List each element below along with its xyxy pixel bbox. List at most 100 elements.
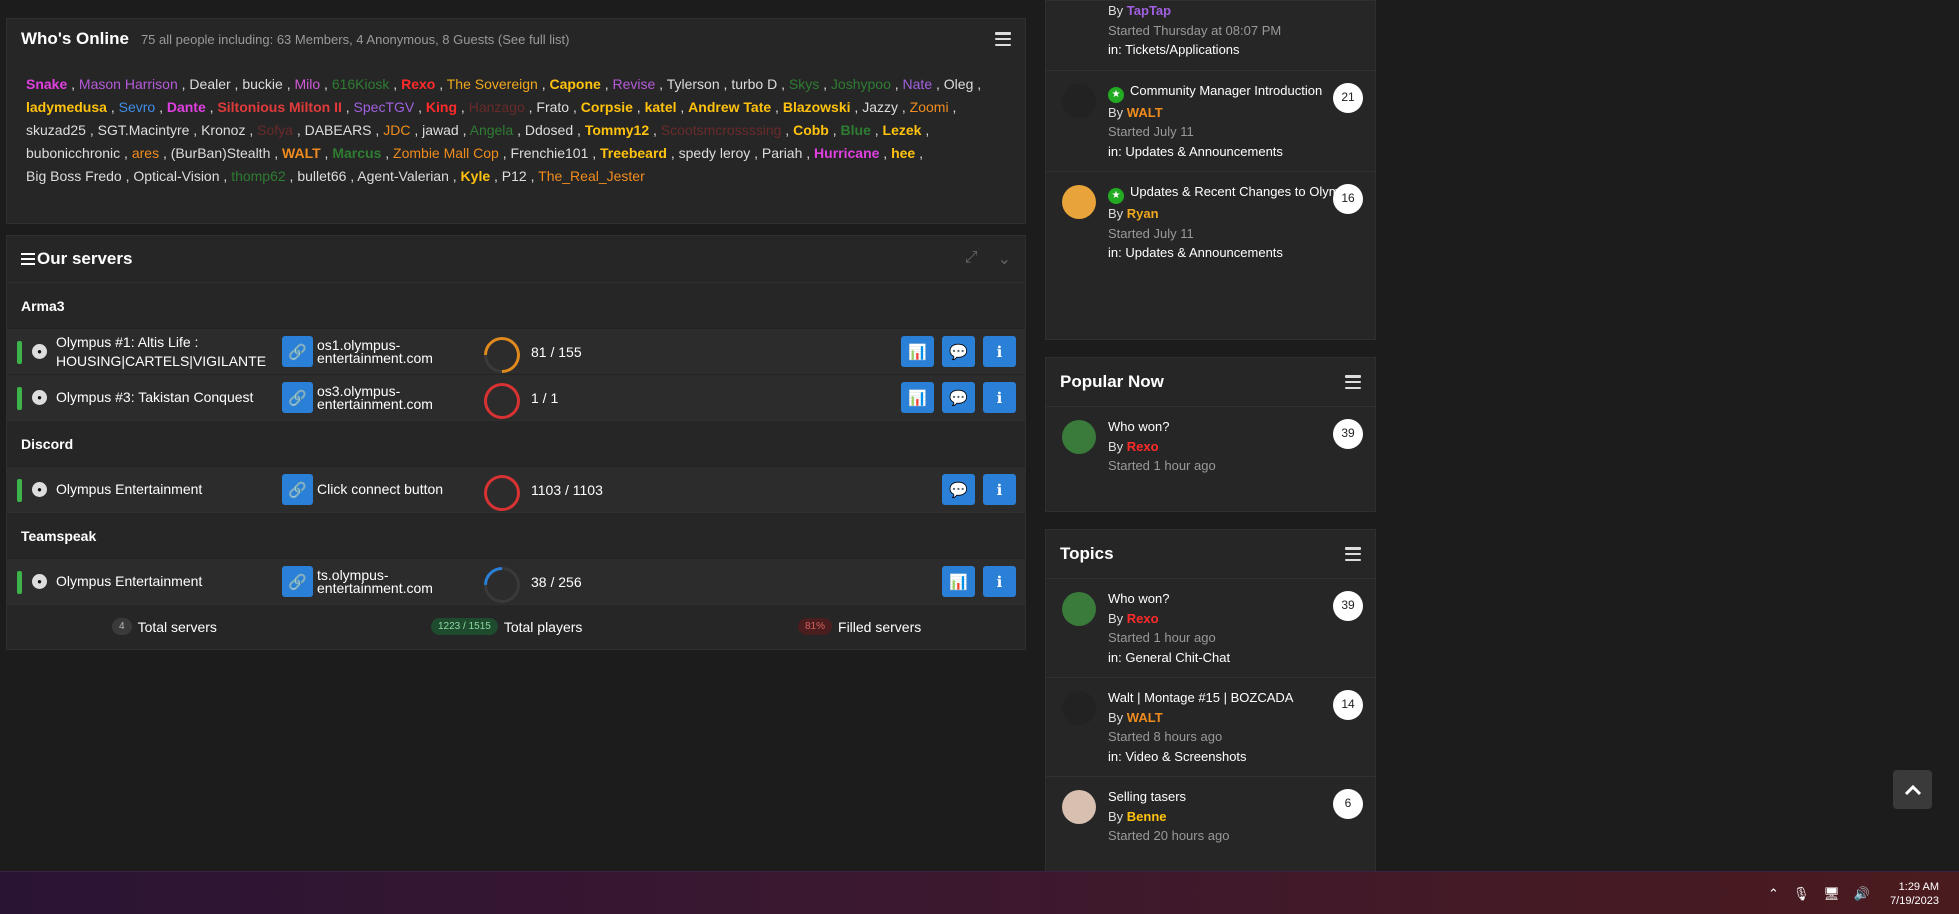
online-user-link[interactable]: ladymedusa <box>26 99 107 115</box>
online-user-link[interactable]: 616Kiosk <box>332 76 390 92</box>
info-button[interactable]: ℹ <box>983 566 1016 597</box>
online-user-link[interactable]: Joshypoo <box>831 76 891 92</box>
forum-link[interactable]: General Chit-Chat <box>1125 650 1230 665</box>
author-link[interactable]: Rexo <box>1127 611 1159 626</box>
topic-item[interactable]: ★ Updates & Recent Changes to Olympus By R… <box>1046 171 1375 273</box>
online-user-link[interactable]: SpecTGV <box>354 99 415 115</box>
online-user-link[interactable]: Tommy12 <box>585 122 649 138</box>
topic-title[interactable]: Selling tasers <box>1108 787 1363 807</box>
online-user-link[interactable]: Pariah <box>762 145 802 161</box>
online-user-link[interactable]: Scootsmcrossssing <box>661 122 782 138</box>
online-user-link[interactable]: Kyle <box>461 168 491 184</box>
online-user-link[interactable]: Kronoz <box>201 122 245 138</box>
expand-icon[interactable]: ⤢ <box>965 249 978 269</box>
online-user-link[interactable]: Hanzago <box>469 99 525 115</box>
chevron-up-icon[interactable]: ⌃ <box>1768 886 1779 902</box>
online-user-link[interactable]: Marcus <box>332 145 381 161</box>
connect-link-button[interactable]: 🔗 <box>282 474 313 505</box>
online-user-link[interactable]: buckie <box>242 76 282 92</box>
online-user-link[interactable]: Lezek <box>883 122 922 138</box>
online-user-link[interactable]: Ddosed <box>525 122 573 138</box>
online-user-link[interactable]: Zombie Mall Cop <box>393 145 499 161</box>
online-user-link[interactable]: Siltonious Milton II <box>217 99 341 115</box>
online-user-link[interactable]: Milo <box>294 76 320 92</box>
online-user-link[interactable]: DABEARS <box>305 122 372 138</box>
online-user-link[interactable]: bubonicchronic <box>26 145 120 161</box>
chevron-down-icon[interactable]: ⌄ <box>998 249 1011 269</box>
chat-button[interactable]: 💬 <box>942 382 975 413</box>
author-link[interactable]: Ryan <box>1127 206 1159 221</box>
online-user-link[interactable]: Optical-Vision <box>133 168 219 184</box>
menu-icon[interactable] <box>1345 375 1361 389</box>
microphone-icon[interactable]: 🎙 <box>1793 886 1810 902</box>
online-user-link[interactable]: jawad <box>422 122 459 138</box>
topic-title[interactable]: ★ Community Manager Introduction <box>1108 81 1363 103</box>
online-user-link[interactable]: WALT <box>282 145 321 161</box>
online-user-link[interactable]: turbo D <box>731 76 777 92</box>
stats-button[interactable]: 📊 <box>942 566 975 597</box>
online-user-link[interactable]: King <box>426 99 457 115</box>
online-user-link[interactable]: Jazzy <box>862 99 898 115</box>
online-user-link[interactable]: Capone <box>549 76 600 92</box>
clock[interactable]: 1:29 AM 7/19/2023 <box>1890 880 1939 908</box>
topic-item[interactable]: Who won? By Rexo Started 1 hour ago in: Gen… <box>1046 578 1375 677</box>
scroll-to-top-button[interactable] <box>1893 770 1932 809</box>
online-user-link[interactable]: Big Boss Fredo <box>26 168 122 184</box>
forum-link[interactable]: Updates & Announcements <box>1125 144 1283 159</box>
online-user-link[interactable]: bullet66 <box>297 168 346 184</box>
online-user-link[interactable]: Sofya <box>257 122 293 138</box>
author-link[interactable]: Rexo <box>1127 439 1159 454</box>
stats-button[interactable]: 📊 <box>901 336 934 367</box>
volume-icon[interactable]: 🔊 <box>1854 886 1870 902</box>
online-user-link[interactable]: thomp62 <box>231 168 285 184</box>
network-icon[interactable]: 🖥 <box>1823 886 1840 902</box>
info-button[interactable]: ℹ <box>983 474 1016 505</box>
online-user-link[interactable]: Angela <box>470 122 514 138</box>
online-user-link[interactable]: Nate <box>903 76 933 92</box>
forum-link[interactable]: Video & Screenshots <box>1125 749 1246 764</box>
avatar[interactable] <box>1062 592 1096 626</box>
online-user-link[interactable]: Blazowski <box>783 99 851 115</box>
online-user-link[interactable]: Rexo <box>401 76 435 92</box>
online-user-link[interactable]: Frenchie101 <box>511 145 589 161</box>
avatar[interactable] <box>1062 185 1096 219</box>
topic-item[interactable]: By TapTap Started Thursday at 08:07 PM in:… <box>1046 1 1375 70</box>
info-button[interactable]: ℹ <box>983 336 1016 367</box>
avatar[interactable] <box>1062 83 1096 118</box>
topic-item[interactable]: Walt | Montage #15 | BOZCADA By WALT Start… <box>1046 677 1375 776</box>
online-user-link[interactable]: Tylerson <box>667 76 720 92</box>
topic-item[interactable]: Selling tasers By Benne Started 20 hours a… <box>1046 776 1375 856</box>
stats-button[interactable]: 📊 <box>901 382 934 413</box>
avatar[interactable] <box>1062 420 1096 454</box>
connect-link-button[interactable]: 🔗 <box>282 336 313 367</box>
online-user-link[interactable]: Hurricane <box>814 145 879 161</box>
avatar[interactable] <box>1062 790 1096 824</box>
avatar[interactable] <box>1062 691 1096 725</box>
online-user-link[interactable]: Dealer <box>189 76 230 92</box>
online-user-link[interactable]: The Sovereign <box>447 76 538 92</box>
forum-link[interactable]: Updates & Announcements <box>1125 245 1283 260</box>
online-user-link[interactable]: Cobb <box>793 122 829 138</box>
topic-title[interactable]: Who won? <box>1108 589 1363 609</box>
online-user-link[interactable]: Dante <box>167 99 206 115</box>
info-button[interactable]: ℹ <box>983 382 1016 413</box>
author-link[interactable]: WALT <box>1127 710 1163 725</box>
online-user-link[interactable]: Snake <box>26 76 67 92</box>
chat-button[interactable]: 💬 <box>942 336 975 367</box>
forum-link[interactable]: Tickets/Applications <box>1125 42 1239 57</box>
online-user-link[interactable]: P12 <box>502 168 527 184</box>
online-user-link[interactable]: Zoomi <box>910 99 949 115</box>
online-user-link[interactable]: skuzad25 <box>26 122 86 138</box>
author-link[interactable]: TapTap <box>1127 3 1171 18</box>
online-user-link[interactable]: spedy leroy <box>679 145 751 161</box>
online-user-link[interactable]: ares <box>132 145 159 161</box>
connect-link-button[interactable]: 🔗 <box>282 382 313 413</box>
online-user-link[interactable]: Mason Harrison <box>79 76 178 92</box>
online-user-link[interactable]: hee <box>891 145 915 161</box>
chat-button[interactable]: 💬 <box>942 474 975 505</box>
online-user-link[interactable]: Sevro <box>119 99 156 115</box>
online-user-link[interactable]: Skys <box>789 76 819 92</box>
online-user-link[interactable]: Andrew Tate <box>688 99 771 115</box>
online-user-link[interactable]: Oleg <box>944 76 974 92</box>
connect-link-button[interactable]: 🔗 <box>282 566 313 597</box>
